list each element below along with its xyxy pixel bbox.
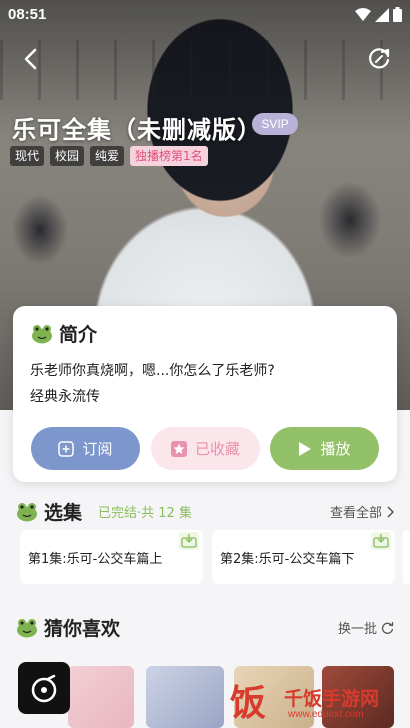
- chevron-right-icon: [387, 505, 394, 518]
- episode-title: 第2集:乐可-公交车篇下: [220, 552, 355, 567]
- star-icon: [170, 440, 187, 457]
- subscribe-label: 订阅: [82, 440, 113, 458]
- music-player-button[interactable]: [18, 662, 70, 714]
- episodes-status: 已完结·共 12 集: [98, 506, 192, 521]
- status-bar: 08:51: [0, 0, 410, 30]
- tag[interactable]: 校园: [50, 146, 85, 166]
- watermark-logo: 饭: [230, 683, 267, 724]
- recommend-heading: 猜你喜欢: [44, 618, 121, 640]
- tag[interactable]: 纯爱: [90, 146, 125, 166]
- tag-list: 现代 校园 纯爱 独播榜第1名: [10, 146, 208, 166]
- svip-badge: SVIP: [252, 113, 298, 135]
- episodes-heading: 选集: [44, 502, 83, 524]
- episode-card[interactable]: [403, 530, 410, 584]
- view-all-link[interactable]: 查看全部: [330, 502, 394, 521]
- add-icon: [58, 440, 75, 457]
- download-icon[interactable]: [371, 532, 391, 550]
- refresh-icon: [381, 622, 394, 634]
- watermark-url: www.eduext.com: [288, 709, 364, 720]
- wifi-icon: [355, 7, 371, 21]
- frog-icon: [17, 618, 37, 637]
- signal-icon: [375, 7, 389, 22]
- refresh-batch-button[interactable]: 换一批: [338, 618, 394, 637]
- play-label: 播放: [320, 440, 351, 458]
- tag[interactable]: 现代: [10, 146, 45, 166]
- play-button[interactable]: 播放: [270, 427, 379, 470]
- recommend-item[interactable]: [68, 666, 134, 728]
- episodes-header: 选集 已完结·共 12 集: [16, 498, 192, 525]
- episode-card[interactable]: 第1集:乐可-公交车篇上: [20, 530, 203, 584]
- refresh-icon[interactable]: [366, 46, 392, 72]
- refresh-batch-label: 换一批: [337, 622, 377, 637]
- play-icon: [299, 441, 312, 456]
- status-time: 08:51: [8, 6, 47, 23]
- intro-text: 经典永流传: [30, 389, 100, 405]
- recommend-header: 猜你喜欢: [16, 614, 120, 641]
- watermark: 饭 千饭手游网 www.eduext.com: [230, 682, 406, 726]
- view-all-label: 查看全部: [329, 506, 382, 521]
- intro-text: 乐老师你真烧啊，嗯...你怎么了乐老师?: [30, 363, 275, 379]
- subscribe-button[interactable]: 订阅: [31, 427, 140, 470]
- favorite-button[interactable]: 已收藏: [151, 427, 260, 470]
- frog-icon: [32, 324, 52, 343]
- rank-tag[interactable]: 独播榜第1名: [130, 146, 208, 166]
- frog-icon: [17, 502, 37, 521]
- recommend-item[interactable]: [146, 666, 224, 728]
- back-icon[interactable]: [18, 46, 44, 72]
- episode-card[interactable]: 第2集:乐可-公交车篇下: [212, 530, 395, 584]
- intro-heading: 简介: [59, 324, 98, 346]
- music-disc-icon: [31, 674, 57, 703]
- episode-title: 第1集:乐可-公交车篇上: [28, 552, 163, 567]
- favorite-label: 已收藏: [194, 440, 240, 458]
- page-title: 乐可全集（未删减版）: [12, 116, 262, 144]
- watermark-name: 千饭手游网: [284, 688, 380, 710]
- intro-card: 简介 乐老师你真烧啊，嗯...你怎么了乐老师? 经典永流传 订阅 已收藏 播放: [13, 306, 397, 482]
- battery-icon: [393, 7, 402, 22]
- download-icon[interactable]: [179, 532, 199, 550]
